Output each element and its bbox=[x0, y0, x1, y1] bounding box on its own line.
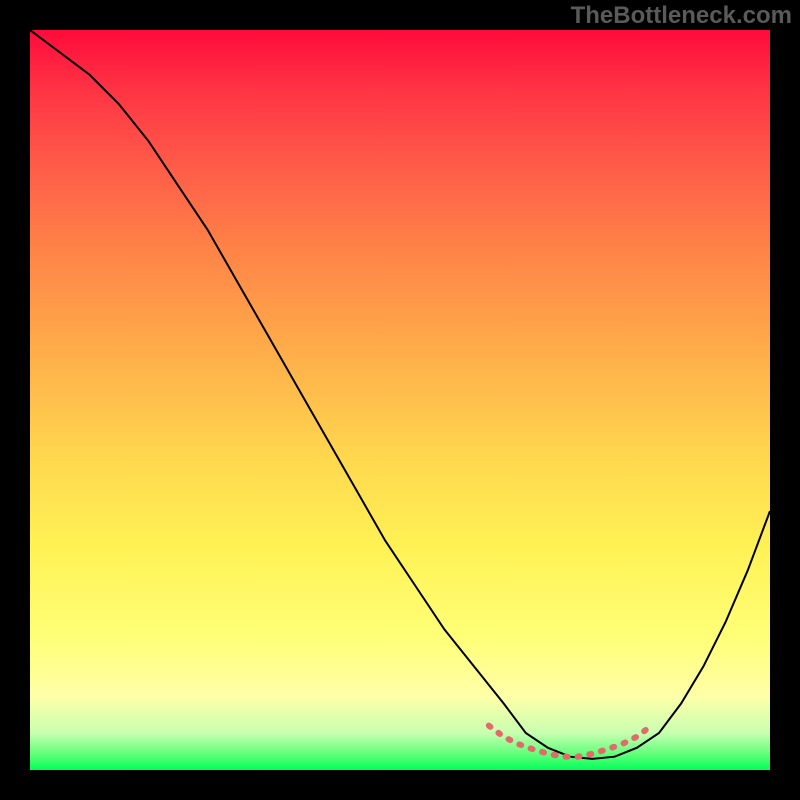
chart-svg bbox=[30, 30, 770, 770]
bottleneck-curve-path bbox=[30, 30, 770, 759]
chart-plot-area bbox=[30, 30, 770, 770]
watermark-text: TheBottleneck.com bbox=[571, 2, 792, 30]
